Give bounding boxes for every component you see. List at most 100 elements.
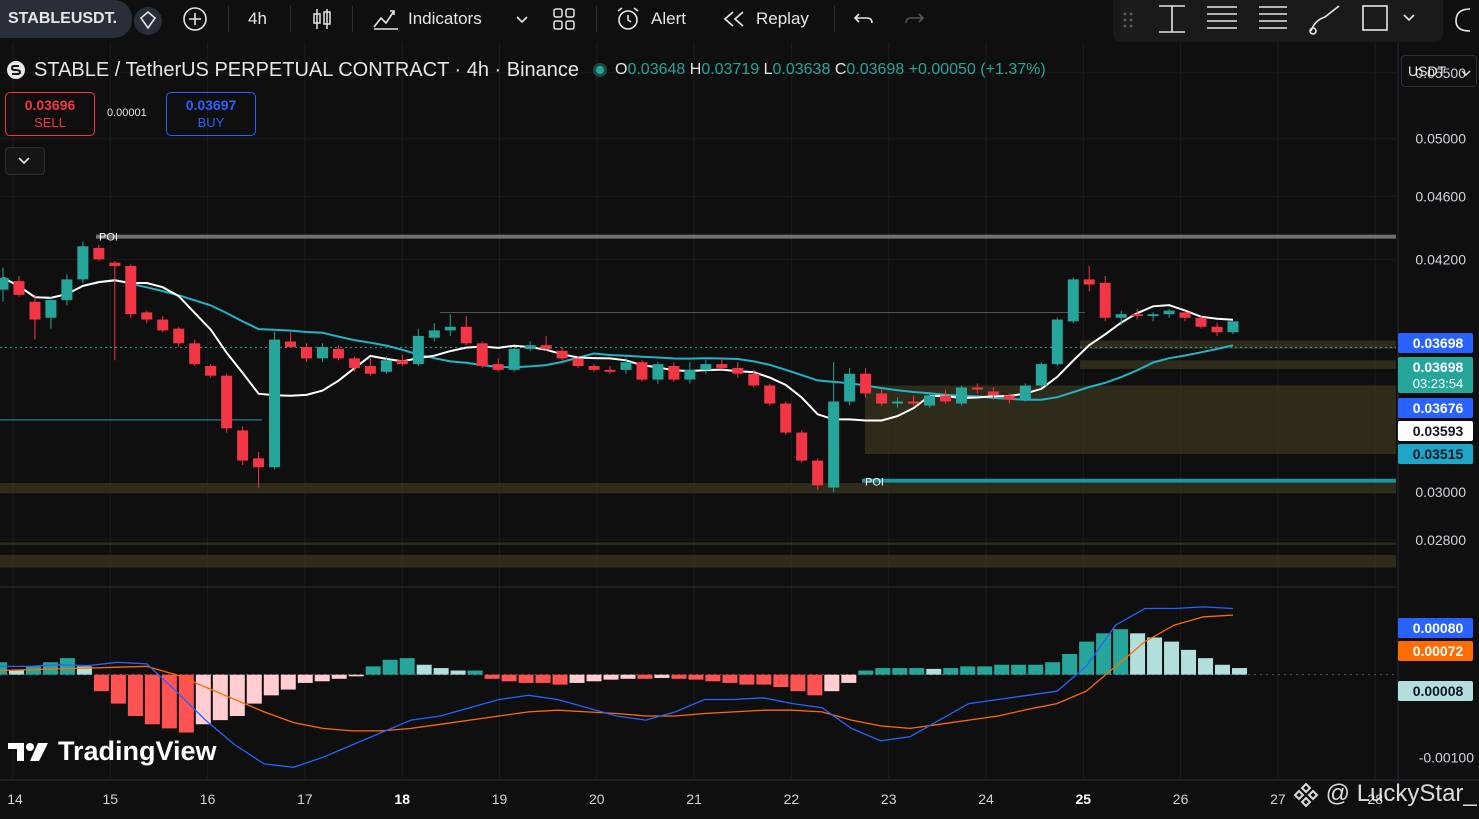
macd-histogram-bar (399, 658, 415, 675)
macd-histogram-bar (314, 674, 330, 682)
ohlc-values: O0.03648 H0.03719 L0.03638 C0.03698 +0.0… (615, 61, 1046, 79)
candle-body (348, 358, 360, 368)
macd-histogram-bar (824, 674, 840, 692)
candle-body (61, 279, 73, 301)
high-value: 0.03719 (701, 61, 760, 78)
candle-body (0, 277, 9, 290)
macd-histogram-bar (212, 674, 228, 721)
buy-button[interactable]: 0.03697 BUY (166, 92, 256, 136)
spread-value: 0.00001 (107, 107, 147, 119)
candle-body (396, 360, 408, 365)
candle-body (237, 430, 249, 461)
candle-body (987, 391, 999, 396)
macd-histogram-bar (8, 670, 24, 675)
price-tick-label: 0.04600 (1415, 188, 1466, 204)
macd-histogram-bar (841, 674, 857, 683)
chart-title: STABLE / TetherUS PERPETUAL CONTRACT · 4… (34, 58, 579, 81)
macd-histogram-bar (93, 674, 109, 692)
macd-histogram-bar (756, 674, 772, 685)
low-value: 0.03638 (772, 61, 831, 78)
candle-body (1115, 314, 1127, 318)
candle-body (444, 326, 456, 331)
candle-body (684, 369, 696, 380)
price-tick-label: 0.05000 (1415, 131, 1466, 147)
candle-body (221, 375, 233, 429)
macd-histogram-bar (637, 674, 653, 679)
candle-body (939, 395, 951, 402)
candle-body (45, 300, 57, 318)
candle-body (1083, 279, 1095, 285)
macd-histogram-bar (1181, 649, 1197, 675)
macd-histogram-bar (25, 666, 41, 675)
macd-histogram-bar (603, 674, 619, 680)
candle-body (508, 348, 520, 370)
candle-body (364, 366, 376, 374)
poi-line (862, 478, 1396, 483)
macd-histogram-bar (59, 658, 75, 675)
candle-body (1067, 279, 1079, 322)
candle-body (636, 362, 648, 380)
price-axis-label: 0.03593 (1413, 423, 1464, 439)
stable-coin-logo-icon (7, 61, 25, 79)
candle-body (668, 366, 680, 380)
poi-label: POI (865, 477, 884, 489)
candle-body (1163, 310, 1175, 315)
sell-button[interactable]: 0.03696 SELL (5, 92, 95, 136)
macd-histogram-bar (773, 674, 789, 688)
candle-body (955, 387, 967, 404)
candle-body (1227, 321, 1239, 333)
market-status-icon[interactable] (593, 63, 607, 77)
macd-histogram-bar (739, 674, 755, 685)
candle-body (604, 369, 616, 372)
candle-body (1195, 317, 1207, 327)
macd-histogram-bar (467, 670, 483, 675)
macd-histogram-bar (586, 674, 602, 682)
macd-histogram-bar (654, 674, 670, 678)
slow-ma-line (2, 276, 1234, 401)
candle-body (157, 319, 169, 331)
candle-body (1051, 319, 1063, 365)
author-credit: @ LuckyStar_ (1293, 780, 1477, 808)
candles-series (0, 241, 1239, 493)
macd-histogram-bar (1198, 658, 1214, 675)
candle-body (716, 364, 728, 368)
candle-body (572, 358, 584, 367)
candle-body (380, 360, 392, 372)
chart-legend: STABLE / TetherUS PERPETUAL CONTRACT · 4… (6, 58, 1046, 82)
candle-body (876, 393, 888, 404)
macd-histogram-bar (1011, 664, 1027, 675)
supply-demand-zones: POI POI (0, 232, 1396, 568)
currency-select[interactable]: USDT (1401, 55, 1477, 87)
candle-body (780, 403, 792, 433)
candle-body (269, 339, 281, 468)
candle-body (173, 328, 185, 344)
time-tick-label: 16 (200, 791, 216, 807)
macd-histogram-bar (1028, 664, 1044, 675)
candle-body (556, 350, 568, 359)
macd-histogram-bar (263, 674, 279, 696)
candle-body (923, 395, 935, 406)
candle-body (1147, 314, 1159, 316)
macd-histogram-bar (858, 670, 874, 675)
candle-body (748, 373, 760, 386)
macd-histogram-bar (229, 674, 245, 716)
candle-body (189, 343, 201, 365)
candle-body (1179, 312, 1191, 318)
macd-histogram-bar (110, 674, 126, 704)
candle-body (13, 281, 25, 295)
candle-body (971, 387, 983, 390)
buy-label: BUY (197, 115, 225, 130)
macd-histogram-bar (705, 674, 721, 682)
candle-body (412, 335, 424, 365)
candle-body (285, 341, 297, 348)
collapse-legend-button[interactable] (5, 147, 45, 175)
candle-body (205, 366, 217, 376)
candle-body (540, 345, 552, 349)
macd-histogram-bar (994, 664, 1010, 675)
macd-histogram-bar (280, 674, 296, 690)
buy-price: 0.03697 (185, 97, 237, 113)
time-tick-label: 19 (492, 791, 508, 807)
bar-countdown-label: 03:23:54 (1413, 376, 1464, 391)
close-key: C (834, 61, 847, 78)
macd-histogram-bar (790, 674, 806, 692)
